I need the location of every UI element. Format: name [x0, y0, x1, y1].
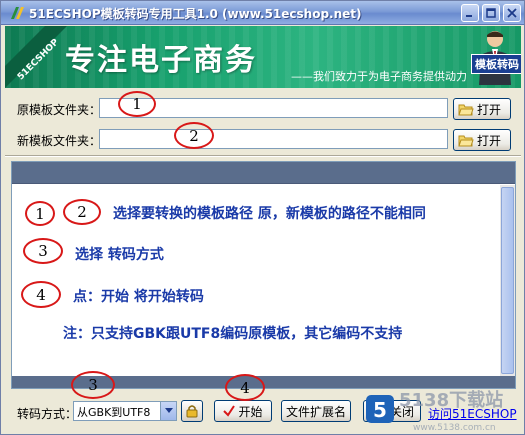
- annotation-circle-2: 2: [174, 122, 214, 149]
- open-source-button[interactable]: 打开: [453, 98, 511, 120]
- divider: [5, 155, 521, 157]
- watermark-text: 5138下载站: [399, 390, 504, 411]
- panel-header-bar: [12, 162, 515, 184]
- close-window-button[interactable]: [503, 4, 521, 22]
- minimize-icon: [466, 15, 472, 17]
- close-icon: [507, 8, 517, 18]
- vertical-scrollbar[interactable]: [500, 185, 515, 376]
- banner-badge: 模板转码: [471, 54, 521, 74]
- source-folder-label: 原模板文件夹：: [17, 103, 102, 117]
- maximize-button[interactable]: [482, 4, 500, 22]
- instruction-note: 注：只支持GBK跟UTF8编码原模板，其它编码不支持: [63, 326, 403, 342]
- annotation-circle-4: 4: [21, 281, 61, 308]
- instruction-step-1-2: 选择要转换的模板路径 原，新模板的路径不能相同: [113, 206, 426, 222]
- watermark-url: www.5138.com.cn: [413, 423, 496, 433]
- folder-open-icon: [458, 135, 474, 147]
- svg-text:5: 5: [373, 398, 387, 422]
- checkmark-icon: [223, 405, 236, 417]
- annotation-circle-3: 3: [23, 238, 63, 264]
- select-dropdown-button[interactable]: [160, 402, 176, 420]
- annotation-circle-1: 1: [25, 201, 55, 226]
- instructions-panel: [11, 161, 516, 389]
- start-button[interactable]: 开始: [214, 400, 272, 422]
- instruction-step-4: 点：开始 将开始转码: [73, 289, 204, 305]
- lock-icon: [186, 405, 198, 418]
- file-extension-button[interactable]: 文件扩展名: [281, 400, 351, 422]
- encoding-select[interactable]: 从GBK到UTF8: [73, 401, 177, 421]
- app-window: 51ECSHOP模板转码专用工具1.0 (www.51ecshop.net) 5…: [0, 0, 525, 435]
- chevron-down-icon: [164, 408, 173, 413]
- target-folder-input[interactable]: [99, 129, 448, 149]
- annotation-circle-2: 2: [63, 199, 101, 225]
- open-source-label: 打开: [477, 102, 502, 117]
- annotation-circle-3: 3: [71, 371, 115, 399]
- target-folder-label: 新模板文件夹：: [17, 134, 102, 148]
- watermark-logo-icon: 5: [366, 395, 394, 423]
- header-banner: 51ECSHOP 专注电子商务 ——我们致力于为电子商务提供动力 模板转码: [5, 26, 521, 88]
- maximize-icon: [486, 8, 496, 18]
- annotation-circle-4: 4: [225, 374, 265, 401]
- window-title: 51ECSHOP模板转码专用工具1.0 (www.51ecshop.net): [29, 7, 362, 21]
- instruction-step-3: 选择 转码方式: [75, 247, 164, 263]
- encoding-label: 转码方式：: [17, 407, 78, 421]
- banner-tagline: ——我们致力于为电子商务提供动力: [291, 70, 467, 83]
- scrollbar-thumb[interactable]: [501, 187, 514, 374]
- open-target-label: 打开: [477, 133, 502, 148]
- banner-slogan: 专注电子商务: [65, 43, 257, 78]
- minimize-button[interactable]: [461, 4, 479, 22]
- encoding-select-value: 从GBK到UTF8: [77, 406, 151, 419]
- lock-button[interactable]: [181, 400, 203, 422]
- start-button-label: 开始: [238, 404, 263, 419]
- file-extension-label: 文件扩展名: [285, 404, 346, 419]
- open-target-button[interactable]: 打开: [453, 129, 511, 151]
- app-icon: [11, 7, 24, 19]
- annotation-circle-1: 1: [118, 91, 156, 117]
- title-bar[interactable]: 51ECSHOP模板转码专用工具1.0 (www.51ecshop.net): [1, 1, 524, 25]
- folder-open-icon: [458, 104, 474, 116]
